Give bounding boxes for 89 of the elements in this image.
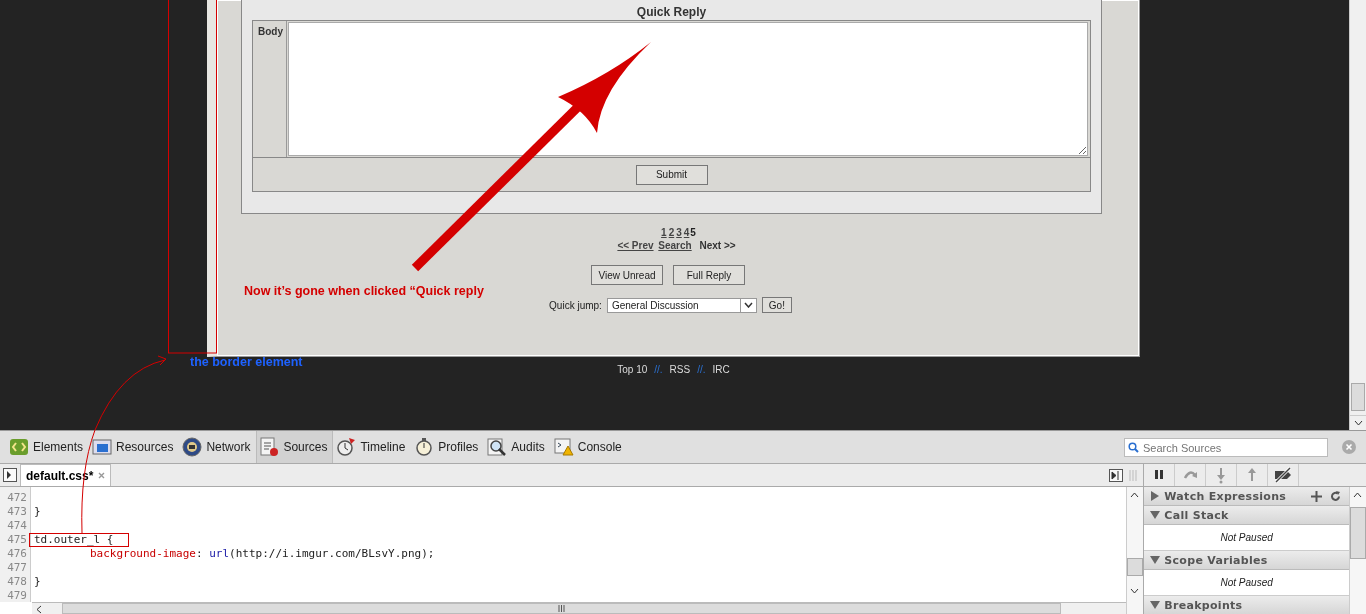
annotation-label: the border element xyxy=(190,355,303,369)
line-number: 475 xyxy=(6,533,28,547)
status-text: Not Paused xyxy=(1220,532,1273,543)
scrollbar[interactable] xyxy=(32,602,1127,614)
devtools-tab[interactable]: Network xyxy=(179,431,257,463)
sidebar-toggle-icon[interactable] xyxy=(3,468,17,482)
search-icon xyxy=(1128,441,1139,453)
chevron-down-icon xyxy=(743,302,753,308)
drag-handle-icon[interactable] xyxy=(1129,469,1137,481)
line-number: 477 xyxy=(6,561,28,575)
scrollbar[interactable] xyxy=(1349,487,1366,614)
magnifier-icon xyxy=(487,437,508,457)
chevron-up-icon[interactable] xyxy=(1353,492,1362,498)
body-label: Body xyxy=(253,21,287,157)
devtools-tab[interactable]: Profiles xyxy=(411,431,485,463)
jump-label: Quick jump: xyxy=(549,299,602,311)
scrollbar-thumb[interactable] xyxy=(1350,507,1366,559)
line-number: 474 xyxy=(6,519,28,533)
action-button[interactable]: Full Reply xyxy=(673,265,745,285)
panel-title: Quick Reply xyxy=(635,5,708,20)
section-header[interactable]: Breakpoints xyxy=(1144,596,1349,614)
annotation-text: Now it’s gone when clicked “Quick reply xyxy=(244,284,484,298)
action-button[interactable]: View Unread xyxy=(591,265,663,285)
scrollbar-thumb[interactable] xyxy=(1351,383,1365,411)
chevron-up-icon[interactable] xyxy=(1130,492,1140,498)
panel-toggle-icon[interactable] xyxy=(1109,468,1123,482)
separator: //. xyxy=(654,364,663,375)
chevron-down-icon[interactable] xyxy=(1353,420,1363,426)
page-link[interactable]: 2 xyxy=(668,227,675,238)
section-header[interactable]: Scope Variables xyxy=(1144,551,1349,570)
warning-icon xyxy=(553,437,574,457)
line-number: 479 xyxy=(6,589,28,602)
nav-link[interactable]: << Prev xyxy=(617,240,654,251)
code-line: td.outer_l { xyxy=(34,534,114,546)
devtools-tab[interactable]: Audits xyxy=(484,431,551,463)
section-header[interactable]: Call Stack xyxy=(1144,506,1349,525)
page-link[interactable]: 1 xyxy=(661,227,667,238)
devtools-tab[interactable]: Resources xyxy=(89,431,180,463)
line-number: 478 xyxy=(6,575,28,589)
refresh-icon[interactable] xyxy=(1330,490,1341,502)
page-link[interactable]: 3 xyxy=(676,227,682,238)
forum-dropdown[interactable]: General Discussion xyxy=(606,297,757,313)
footer-link[interactable]: RSS xyxy=(669,364,691,375)
go-button[interactable]: Go! xyxy=(761,297,792,313)
footer-link[interactable]: IRC xyxy=(712,364,730,375)
page-number: 5 xyxy=(690,227,696,238)
page-link[interactable]: 4 xyxy=(683,227,690,238)
code-line: } xyxy=(34,506,41,518)
section-title: Call Stack xyxy=(1164,508,1229,522)
submit-button[interactable]: Submit xyxy=(635,164,708,185)
line-number: 472 xyxy=(6,491,28,505)
window-icon xyxy=(92,437,113,457)
triangle-down-icon xyxy=(1150,600,1161,610)
code-line: } xyxy=(34,576,41,588)
triangle-right-icon xyxy=(1150,491,1161,501)
grip-icon xyxy=(558,605,565,612)
section-title: Scope Variables xyxy=(1164,553,1268,567)
scrollbar[interactable] xyxy=(1126,487,1144,614)
line-number: 476 xyxy=(6,547,28,561)
code-brackets-icon xyxy=(9,437,29,457)
section-title: Breakpoints xyxy=(1164,598,1243,612)
nav-text: Next >> xyxy=(699,240,736,251)
close-icon[interactable] xyxy=(98,472,106,479)
plus-icon[interactable] xyxy=(1311,490,1322,502)
scrollbar[interactable] xyxy=(1349,0,1366,430)
devtools-tab[interactable]: Timeline xyxy=(333,431,412,463)
section-title: Watch Expressions xyxy=(1164,489,1287,503)
nav-link[interactable]: Search xyxy=(658,240,692,251)
document-icon xyxy=(259,437,280,457)
separator: //. xyxy=(697,364,706,375)
chevron-down-icon[interactable] xyxy=(1130,588,1140,594)
section-header[interactable]: Watch Expressions xyxy=(1144,487,1349,506)
triangle-down-icon xyxy=(1150,510,1161,520)
scrollbar-thumb[interactable] xyxy=(1127,558,1144,576)
search-field[interactable]: Search Sources xyxy=(1124,438,1328,457)
close-icon[interactable] xyxy=(1342,440,1356,454)
status-text: Not Paused xyxy=(1220,577,1273,588)
footer-link[interactable]: Top 10 xyxy=(617,364,648,375)
code-line: background-image: url(http://i.imgur.com/BLsvY.png); xyxy=(89,548,435,560)
devtools-tab[interactable]: Console xyxy=(550,431,628,463)
triangle-down-icon xyxy=(1150,555,1161,565)
line-number: 473 xyxy=(6,505,28,519)
devtools-tab[interactable]: Sources xyxy=(256,431,334,463)
globe-icon xyxy=(182,437,203,457)
stopwatch-icon xyxy=(336,437,357,457)
stopwatch-icon xyxy=(414,437,435,457)
body-field[interactable] xyxy=(288,22,1088,156)
file-tab[interactable]: default.css* xyxy=(20,464,112,486)
devtools-tab[interactable]: Elements xyxy=(6,431,90,463)
